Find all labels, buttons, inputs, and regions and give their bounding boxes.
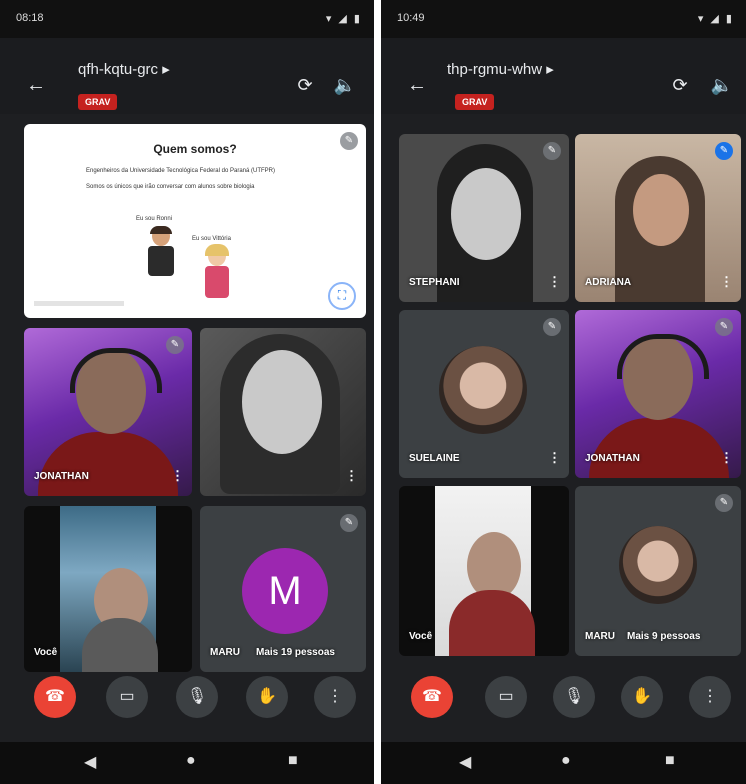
mic-button[interactable]: 🎙	[553, 676, 595, 718]
presentation-tile[interactable]: Quem somos? Engenheiros da Universidade …	[24, 124, 366, 318]
speaker-icon[interactable]: 🔈	[332, 72, 358, 98]
pin-icon[interactable]: ✎	[543, 318, 561, 336]
self-view-tile[interactable]: Você	[399, 486, 569, 656]
end-call-button[interactable]: ☎	[34, 676, 76, 718]
recording-badge: GRAV	[78, 94, 118, 110]
more-options-button[interactable]: ⋮	[314, 676, 356, 718]
nav-recents-icon[interactable]: ■	[665, 752, 675, 770]
status-bar: 10:49 ▾ ◢ ▮	[381, 0, 746, 38]
pin-icon[interactable]: ✎	[715, 318, 733, 336]
nav-home-icon[interactable]: ●	[186, 752, 196, 770]
more-options-icon[interactable]: ⋮	[548, 450, 561, 466]
avatar: M	[242, 548, 328, 634]
participant-name: SUELAINE	[409, 453, 460, 464]
phone-right: 10:49 ▾ ◢ ▮ ← thp-rgmu-whw ▸ GRAV ⟳ 🔈 ✎ …	[381, 0, 746, 784]
more-options-button[interactable]: ⋮	[689, 676, 731, 718]
status-icons: ▾ ◢ ▮	[697, 13, 734, 25]
more-options-icon[interactable]: ⋮	[720, 274, 733, 290]
participant-tile[interactable]: ✎ JONATHAN ⋮	[24, 328, 192, 496]
participant-tile[interactable]: ✎ SUELAINE ⋮	[399, 310, 569, 478]
participant-name: Você	[409, 631, 433, 642]
more-people-label[interactable]: Mais 19 pessoas	[256, 647, 335, 658]
android-nav-bar: ◀ ● ■	[381, 742, 746, 784]
pin-icon[interactable]: ✎	[543, 142, 561, 160]
blurred-face	[633, 174, 689, 246]
phone-left: 08:18 ▾ ◢ ▮ ← qfh-kqtu-grc ▸ GRAV ⟳ 🔈 Qu…	[0, 0, 374, 784]
participant-name: ADRIANA	[585, 277, 632, 288]
slide-bullet: Somos os únicos que irão conversar com a…	[86, 184, 255, 190]
slide-bullet: Engenheiros da Universidade Tecnológica …	[86, 168, 275, 174]
call-header: ← qfh-kqtu-grc ▸ GRAV ⟳ 🔈	[0, 38, 374, 114]
camera-button[interactable]: ▭	[106, 676, 148, 718]
status-time: 08:18	[16, 12, 44, 24]
pin-icon[interactable]: ✎	[166, 336, 184, 354]
participant-name: Você	[34, 647, 58, 658]
status-bar: 08:18 ▾ ◢ ▮	[0, 0, 374, 38]
meeting-code[interactable]: thp-rgmu-whw ▸	[447, 60, 554, 78]
more-options-icon[interactable]: ⋮	[548, 274, 561, 290]
avatar	[619, 526, 697, 604]
call-controls: ☎ ▭ 🎙 ✋ ⋮	[0, 676, 374, 738]
participant-tile[interactable]: ⋮	[200, 328, 366, 496]
participant-name: JONATHAN	[34, 471, 89, 482]
participant-tile[interactable]: ✎ ADRIANA ⋮	[575, 134, 741, 302]
participant-name: MARU	[585, 631, 615, 642]
participant-name: STEPHANI	[409, 277, 460, 288]
speaking-indicator-icon: ✎	[715, 142, 733, 160]
switch-camera-icon[interactable]: ⟳	[667, 72, 693, 98]
recording-badge: GRAV	[455, 94, 495, 110]
mic-button[interactable]: 🎙	[176, 676, 218, 718]
nav-back-icon[interactable]: ◀	[84, 752, 96, 772]
status-time: 10:49	[397, 12, 425, 24]
call-header: ← thp-rgmu-whw ▸ GRAV ⟳ 🔈	[381, 38, 746, 114]
camera-button[interactable]: ▭	[485, 676, 527, 718]
pin-icon[interactable]: ✎	[340, 132, 358, 150]
status-icons: ▾ ◢ ▮	[325, 13, 362, 25]
back-arrow-icon[interactable]: ←	[407, 74, 427, 97]
nav-recents-icon[interactable]: ■	[288, 752, 298, 770]
blurred-face	[451, 168, 521, 260]
blurred-face	[242, 350, 322, 454]
slide-label-right: Eu sou Vittória	[192, 236, 231, 242]
slide-label-left: Eu sou Ronni	[136, 216, 173, 222]
more-people-label[interactable]: Mais 9 pessoas	[627, 631, 700, 642]
participant-tile[interactable]: ✎ STEPHANI ⋮	[399, 134, 569, 302]
participant-tile[interactable]: ✎ JONATHAN ⋮	[575, 310, 741, 478]
avatar	[439, 346, 527, 434]
avatar-illustration	[146, 226, 176, 278]
more-options-icon[interactable]: ⋮	[720, 450, 733, 466]
avatar-illustration	[202, 244, 232, 300]
nav-home-icon[interactable]: ●	[561, 752, 571, 770]
end-call-button[interactable]: ☎	[411, 676, 453, 718]
participant-tile[interactable]: ✎ MARU Mais 9 pessoas	[575, 486, 741, 656]
participant-name: MARU	[210, 647, 240, 658]
slide-footer-text	[34, 301, 124, 306]
participant-name: JONATHAN	[585, 453, 640, 464]
call-controls: ☎ ▭ 🎙 ✋ ⋮	[381, 676, 746, 738]
slide-title: Quem somos?	[153, 142, 237, 156]
meeting-code[interactable]: qfh-kqtu-grc ▸	[78, 60, 170, 78]
raise-hand-button[interactable]: ✋	[621, 676, 663, 718]
more-options-icon[interactable]: ⋮	[171, 468, 184, 484]
pin-icon[interactable]: ✎	[715, 494, 733, 512]
more-options-icon[interactable]: ⋮	[345, 468, 358, 484]
participant-tile[interactable]: M ✎ MARU Mais 19 pessoas	[200, 506, 366, 672]
raise-hand-button[interactable]: ✋	[246, 676, 288, 718]
fullscreen-icon[interactable]: ⛶	[328, 282, 356, 310]
android-nav-bar: ◀ ● ■	[0, 742, 374, 784]
back-arrow-icon[interactable]: ←	[26, 74, 46, 97]
speaker-icon[interactable]: 🔈	[709, 72, 735, 98]
switch-camera-icon[interactable]: ⟳	[292, 72, 318, 98]
self-view-tile[interactable]: Você	[24, 506, 192, 672]
nav-back-icon[interactable]: ◀	[459, 752, 471, 772]
pin-icon[interactable]: ✎	[340, 514, 358, 532]
